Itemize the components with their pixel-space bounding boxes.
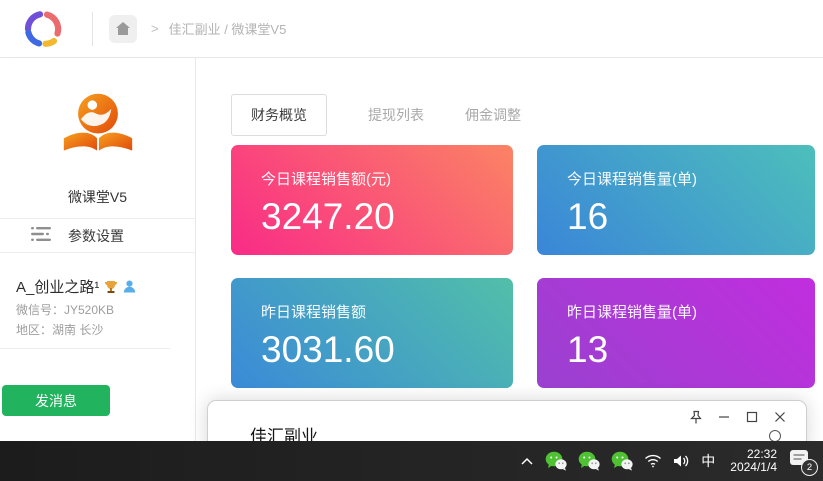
card-value: 3247.20 [261,196,513,238]
wifi-icon[interactable] [644,454,662,468]
sidebar: 微课堂V5 参数设置 A_创业之路¹ [0,58,196,441]
card-label: 昨日课程销售量(单) [567,301,815,322]
minimize-icon[interactable] [710,406,738,428]
wechat-icon[interactable] [611,451,633,471]
top-header: > 佳汇副业 / 微课堂V5 [0,0,823,58]
card-value: 16 [567,196,815,238]
sidebar-divider [0,348,170,349]
system-tray: 中 22:32 2024/1/4 2 [520,441,823,481]
tab-withdrawal-list[interactable]: 提现列表 [368,95,424,135]
course-app-logo [60,88,136,167]
volume-icon[interactable] [673,454,690,468]
taskbar-clock[interactable]: 22:32 2024/1/4 [730,448,777,474]
send-message-button[interactable]: 发消息 [2,385,110,416]
pin-icon[interactable] [682,406,710,428]
contact-wechat-id: 微信号：JY520KB [16,301,114,318]
tab-finance-overview[interactable]: 财务概览 [231,94,327,136]
contact-name: A_创业之路¹ [16,276,99,297]
card-label: 昨日课程销售额 [261,301,513,322]
sidebar-item-settings[interactable]: 参数设置 [0,220,194,252]
card-value: 13 [567,329,815,371]
stat-cards: 今日课程销售额(元) 3247.20 今日课程销售量(单) 16 昨日课程销售额… [231,145,815,388]
home-icon [115,21,131,36]
chevron-up-icon[interactable] [520,457,534,466]
sidebar-divider [0,218,195,219]
sidebar-app-name: 微课堂V5 [0,187,195,207]
window-controls [682,406,794,428]
breadcrumb[interactable]: 佳汇副业 / 微课堂V5 [169,19,287,38]
screen: > 佳汇副业 / 微课堂V5 微课堂V5 [0,0,823,481]
contact-region: 地区：湖南 长沙 [16,321,103,338]
tab-commission-adjust[interactable]: 佣金调整 [465,95,521,135]
maximize-icon[interactable] [738,406,766,428]
header-divider [92,12,93,46]
card-label: 今日课程销售额(元) [261,168,513,189]
card-yesterday-sales-count: 昨日课程销售量(单) 13 [537,278,815,388]
breadcrumb-separator-icon: > [151,21,159,36]
app-swirl-logo-icon[interactable] [20,6,66,52]
wechat-icon[interactable] [545,451,567,471]
card-value: 3031.60 [261,329,513,371]
card-yesterday-sales-amount: 昨日课程销售额 3031.60 [231,278,513,388]
taskbar-date: 2024/1/4 [730,461,777,474]
taskbar: 中 22:32 2024/1/4 2 [0,441,823,481]
person-icon [123,280,136,293]
card-today-sales-amount: 今日课程销售额(元) 3247.20 [231,145,513,255]
contact-name-row: A_创业之路¹ [16,276,136,297]
card-label: 今日课程销售量(单) [567,168,815,189]
close-icon[interactable] [766,406,794,428]
sidebar-divider [0,252,195,253]
trophy-icon [104,280,118,294]
sidebar-item-label: 参数设置 [68,226,124,246]
notification-badge: 2 [801,459,818,476]
notification-center-button[interactable]: 2 [788,448,814,474]
home-button[interactable] [109,15,137,43]
wechat-icon[interactable] [578,451,600,471]
operation-list-icon [31,226,51,247]
ime-indicator[interactable]: 中 [701,451,715,471]
tab-bar: 财务概览 提现列表 佣金调整 [231,94,521,136]
main-content: 财务概览 提现列表 佣金调整 今日课程销售额(元) 3247.20 今日课程销售… [196,58,823,441]
card-today-sales-count: 今日课程销售量(单) 16 [537,145,815,255]
